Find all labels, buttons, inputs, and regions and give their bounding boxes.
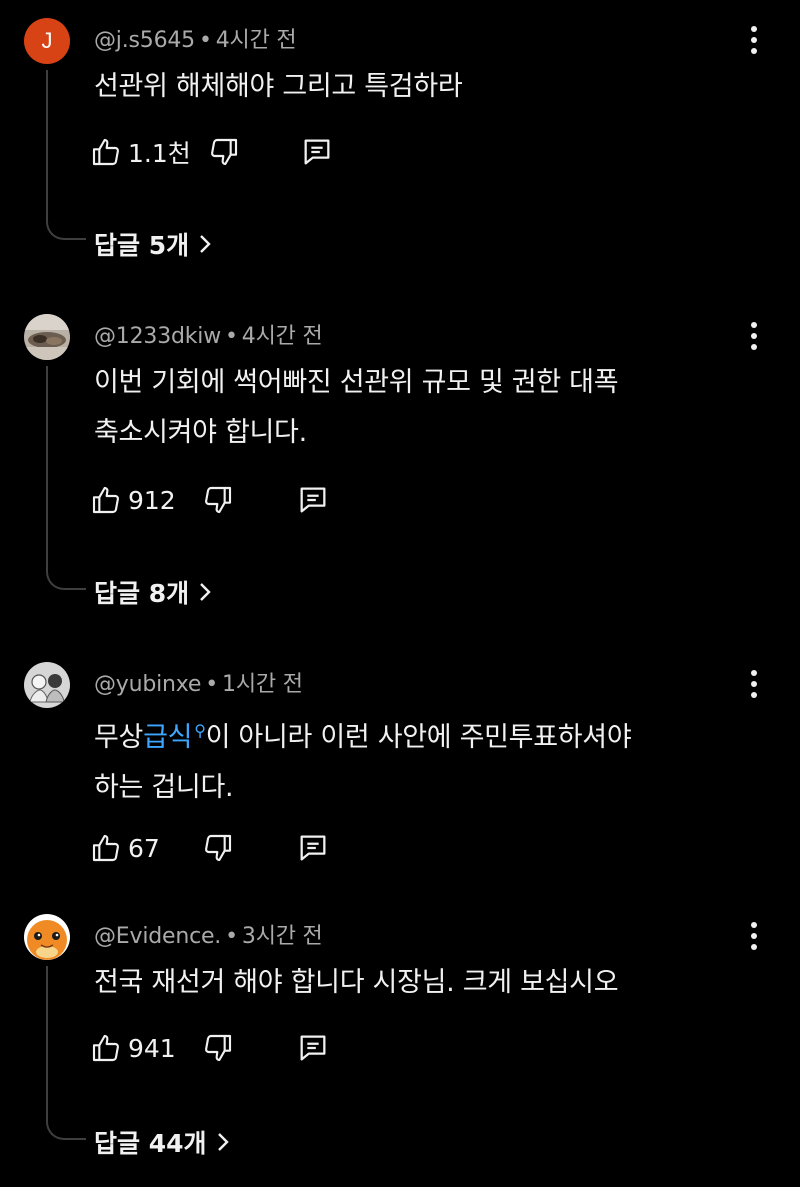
comment-text-line: 전국 재선거 해야 합니다 시장님. 크게 보십시오 [94,967,619,998]
reply-thread-line [46,966,86,1140]
comment-text: 이번 기회에 썩어빠진 선관위 규모 및 권한 대폭 축소시켜야 합니다. [94,358,734,458]
dislike-button[interactable] [202,1028,234,1068]
comment-actions: 912 [90,480,450,520]
dislike-button[interactable] [202,480,234,520]
more-options-button[interactable] [740,666,768,702]
avatar-image [24,914,70,960]
meta-separator: • [205,672,219,697]
comment-author[interactable]: @1233dkiw [94,324,221,349]
comment-text: 선관위 해체해야 그리고 특검하라 [94,62,734,112]
comment-text: 전국 재선거 해야 합니다 시장님. 크게 보십시오 [94,958,734,1008]
more-vertical-icon [751,26,757,32]
comment-text-line: 하는 겁니다. [94,772,234,803]
search-icon[interactable]: ⚲ [194,721,206,740]
comment-meta: @j.s5645 • 4시간 전 [94,22,297,54]
meta-separator: • [225,324,238,349]
avatar[interactable]: J [24,18,70,64]
reply-button[interactable] [296,1028,330,1068]
comment-meta: @yubinxe • 1시간 전 [94,666,303,698]
chevron-right-icon [200,583,211,601]
comment-text-line: 선관위 해체해야 그리고 특검하라 [94,71,463,102]
thumb-down-icon [205,1034,232,1062]
replies-count-label: 답글 44개 [94,1129,207,1158]
like-count: 912 [128,485,176,515]
reply-comment-icon [300,1035,326,1061]
like-button[interactable]: 941 [90,1028,176,1068]
more-vertical-icon [751,322,757,328]
like-button[interactable]: 912 [90,480,176,520]
meta-separator: • [225,924,238,949]
chevron-right-icon [217,1133,229,1151]
comment-text-line: 무상급식 ⚲이 아니라 이런 사안에 주민투표하셔야 [94,706,734,763]
more-options-button[interactable] [740,22,768,58]
comment-time: 3시간 전 [241,924,323,949]
avatar[interactable] [24,914,70,960]
chevron-right-icon [200,235,211,253]
more-options-button[interactable] [740,318,768,354]
comment-meta: @1233dkiw • 4시간 전 [94,318,323,350]
reply-button[interactable] [300,132,334,172]
dislike-button[interactable] [202,828,234,868]
thumb-up-icon [92,138,119,166]
comment-author[interactable]: @Evidence. [94,924,221,949]
reply-button[interactable] [296,480,330,520]
replies-count-label: 답글 5개 [94,231,190,260]
like-count: 941 [128,1033,176,1063]
like-count: 67 [128,833,160,863]
comment-time: 1시간 전 [222,672,303,697]
more-vertical-icon [751,922,757,928]
replies-count-label: 답글 8개 [94,579,190,608]
reply-comment-icon [300,487,326,513]
comment-time: 4시간 전 [215,28,297,53]
comment-list: J @j.s5645 • 4시간 전 선관위 해체해야 그리고 특검하라 1.1천 … [0,0,800,1187]
comment-time: 4시간 전 [241,324,323,349]
dislike-button[interactable] [208,132,240,172]
view-replies-button[interactable]: 답글 44개 [94,1124,231,1160]
thumb-up-icon [92,486,119,514]
comment-actions: 67 [90,828,450,868]
meta-separator: • [198,28,212,53]
avatar-image [24,314,70,360]
reply-comment-icon [300,835,326,861]
comment-actions: 1.1천 [90,132,450,172]
like-count: 1.1천 [128,139,191,168]
reply-comment-icon [304,139,330,165]
search-link[interactable]: 급식 [143,722,192,753]
more-options-button[interactable] [740,918,768,954]
comment-text-segment: 이 아니라 이런 사안에 주민투표하셔야 [205,722,632,753]
comment-author[interactable]: @yubinxe [94,672,201,697]
view-replies-button[interactable]: 답글 8개 [94,574,213,610]
reply-thread-line [46,70,86,240]
view-replies-button[interactable]: 답글 5개 [94,226,213,262]
comment-text-line: 이번 기회에 썩어빠진 선관위 규모 및 권한 대폭 [94,367,619,398]
thumb-down-icon [205,834,232,862]
avatar[interactable] [24,662,70,708]
comment-actions: 941 [90,1028,450,1068]
thumb-up-icon [92,834,119,862]
comment-author[interactable]: @j.s5645 [94,28,195,53]
like-button[interactable]: 1.1천 [90,132,191,172]
reply-button[interactable] [296,828,330,868]
comment-text: 무상급식 ⚲이 아니라 이런 사안에 주민투표하셔야 하는 겁니다. [94,706,734,813]
comment-text-line: 축소시켜야 합니다. [94,417,307,448]
thumb-up-icon [92,1034,119,1062]
avatar-image [24,662,70,708]
like-button[interactable]: 67 [90,828,160,868]
thumb-down-icon [211,138,238,166]
comment-meta: @Evidence. • 3시간 전 [94,918,323,950]
comment-text-segment: 무상 [94,722,144,753]
more-vertical-icon [751,670,757,676]
thumb-down-icon [205,486,232,514]
reply-thread-line [46,366,86,590]
avatar[interactable] [24,314,70,360]
